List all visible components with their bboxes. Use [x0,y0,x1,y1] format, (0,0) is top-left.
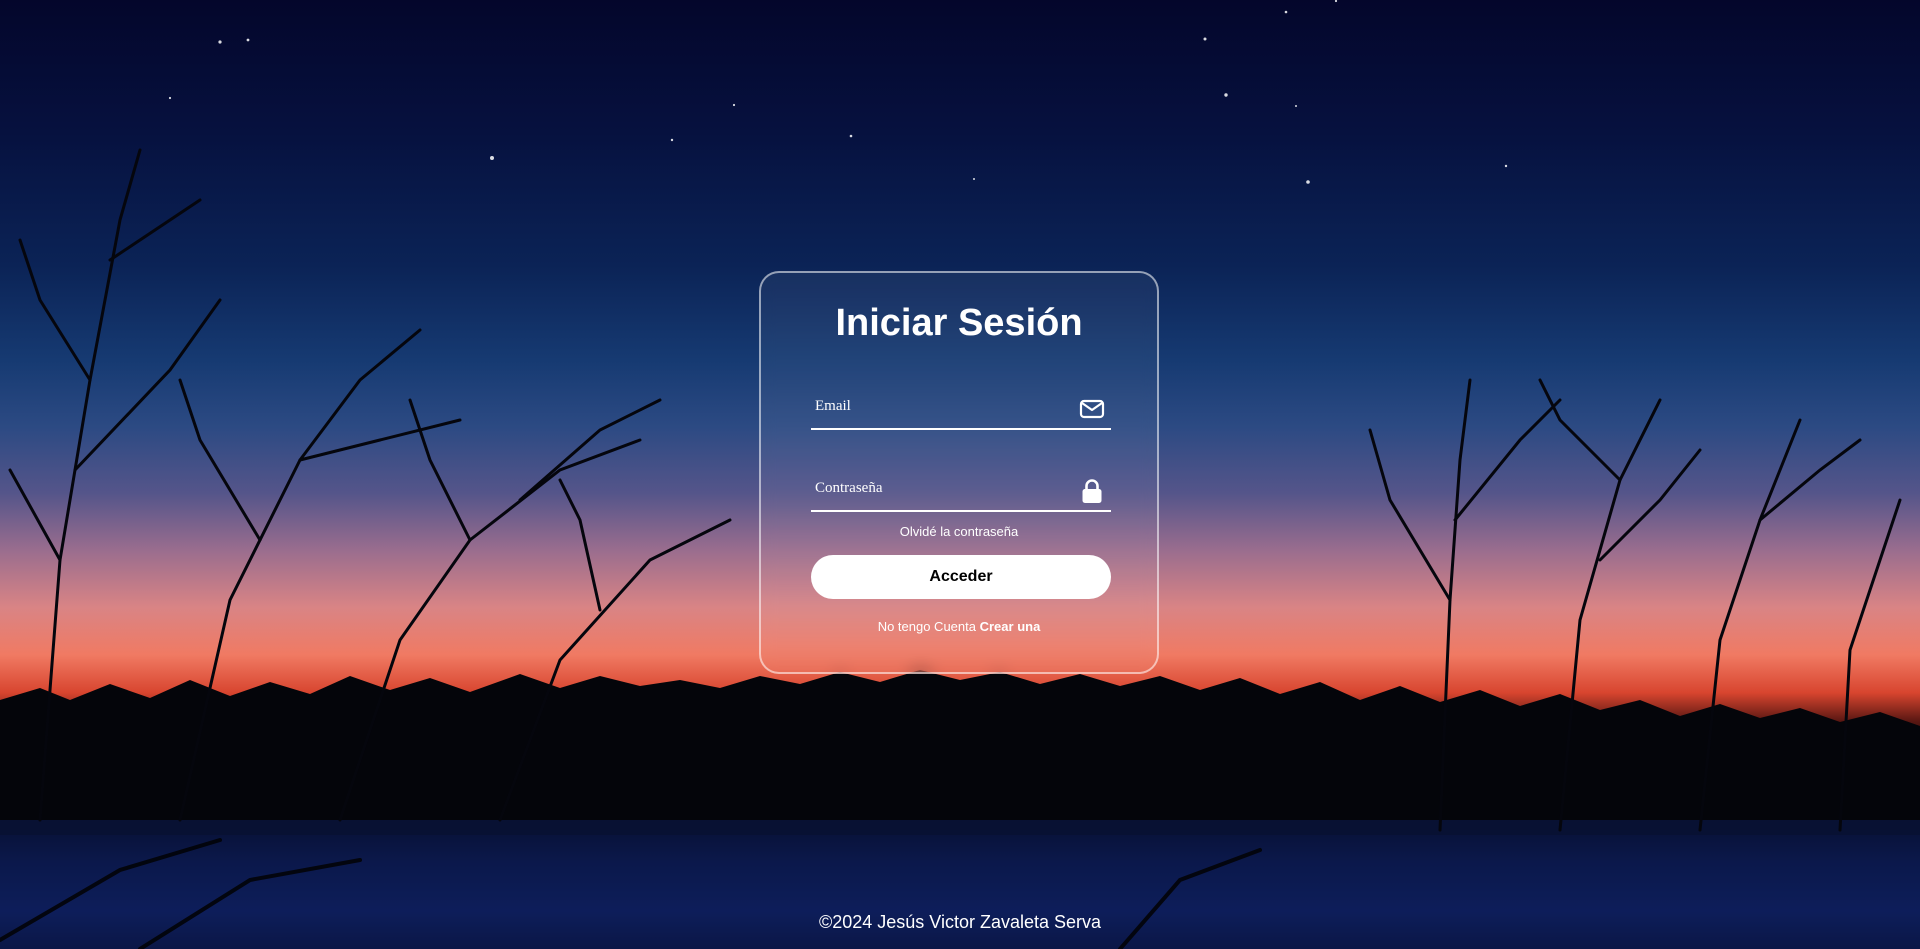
page-title: Iniciar Sesión [835,302,1083,344]
password-field-group [811,466,1111,512]
envelope-icon [1079,399,1105,419]
forgot-password-link[interactable]: Olvidé la contraseña [761,524,1157,539]
login-card: Iniciar Sesión Olvidé la contraseña Acce… [759,271,1159,674]
stars [168,0,1508,184]
footer-copyright: ©2024 Jesús Victor Zavaleta Serva [818,912,1102,932]
email-field-group [811,384,1111,430]
register-prompt-text: No tengo Cuenta [877,619,976,634]
lock-icon [1082,479,1102,503]
password-input[interactable] [811,466,1066,510]
forest-silhouette [0,670,1920,835]
register-prompt: No tengo Cuenta Crear una [761,619,1157,634]
login-button[interactable]: Acceder [811,555,1111,599]
email-input[interactable] [811,384,1066,428]
create-account-link[interactable]: Crear una [980,619,1041,634]
